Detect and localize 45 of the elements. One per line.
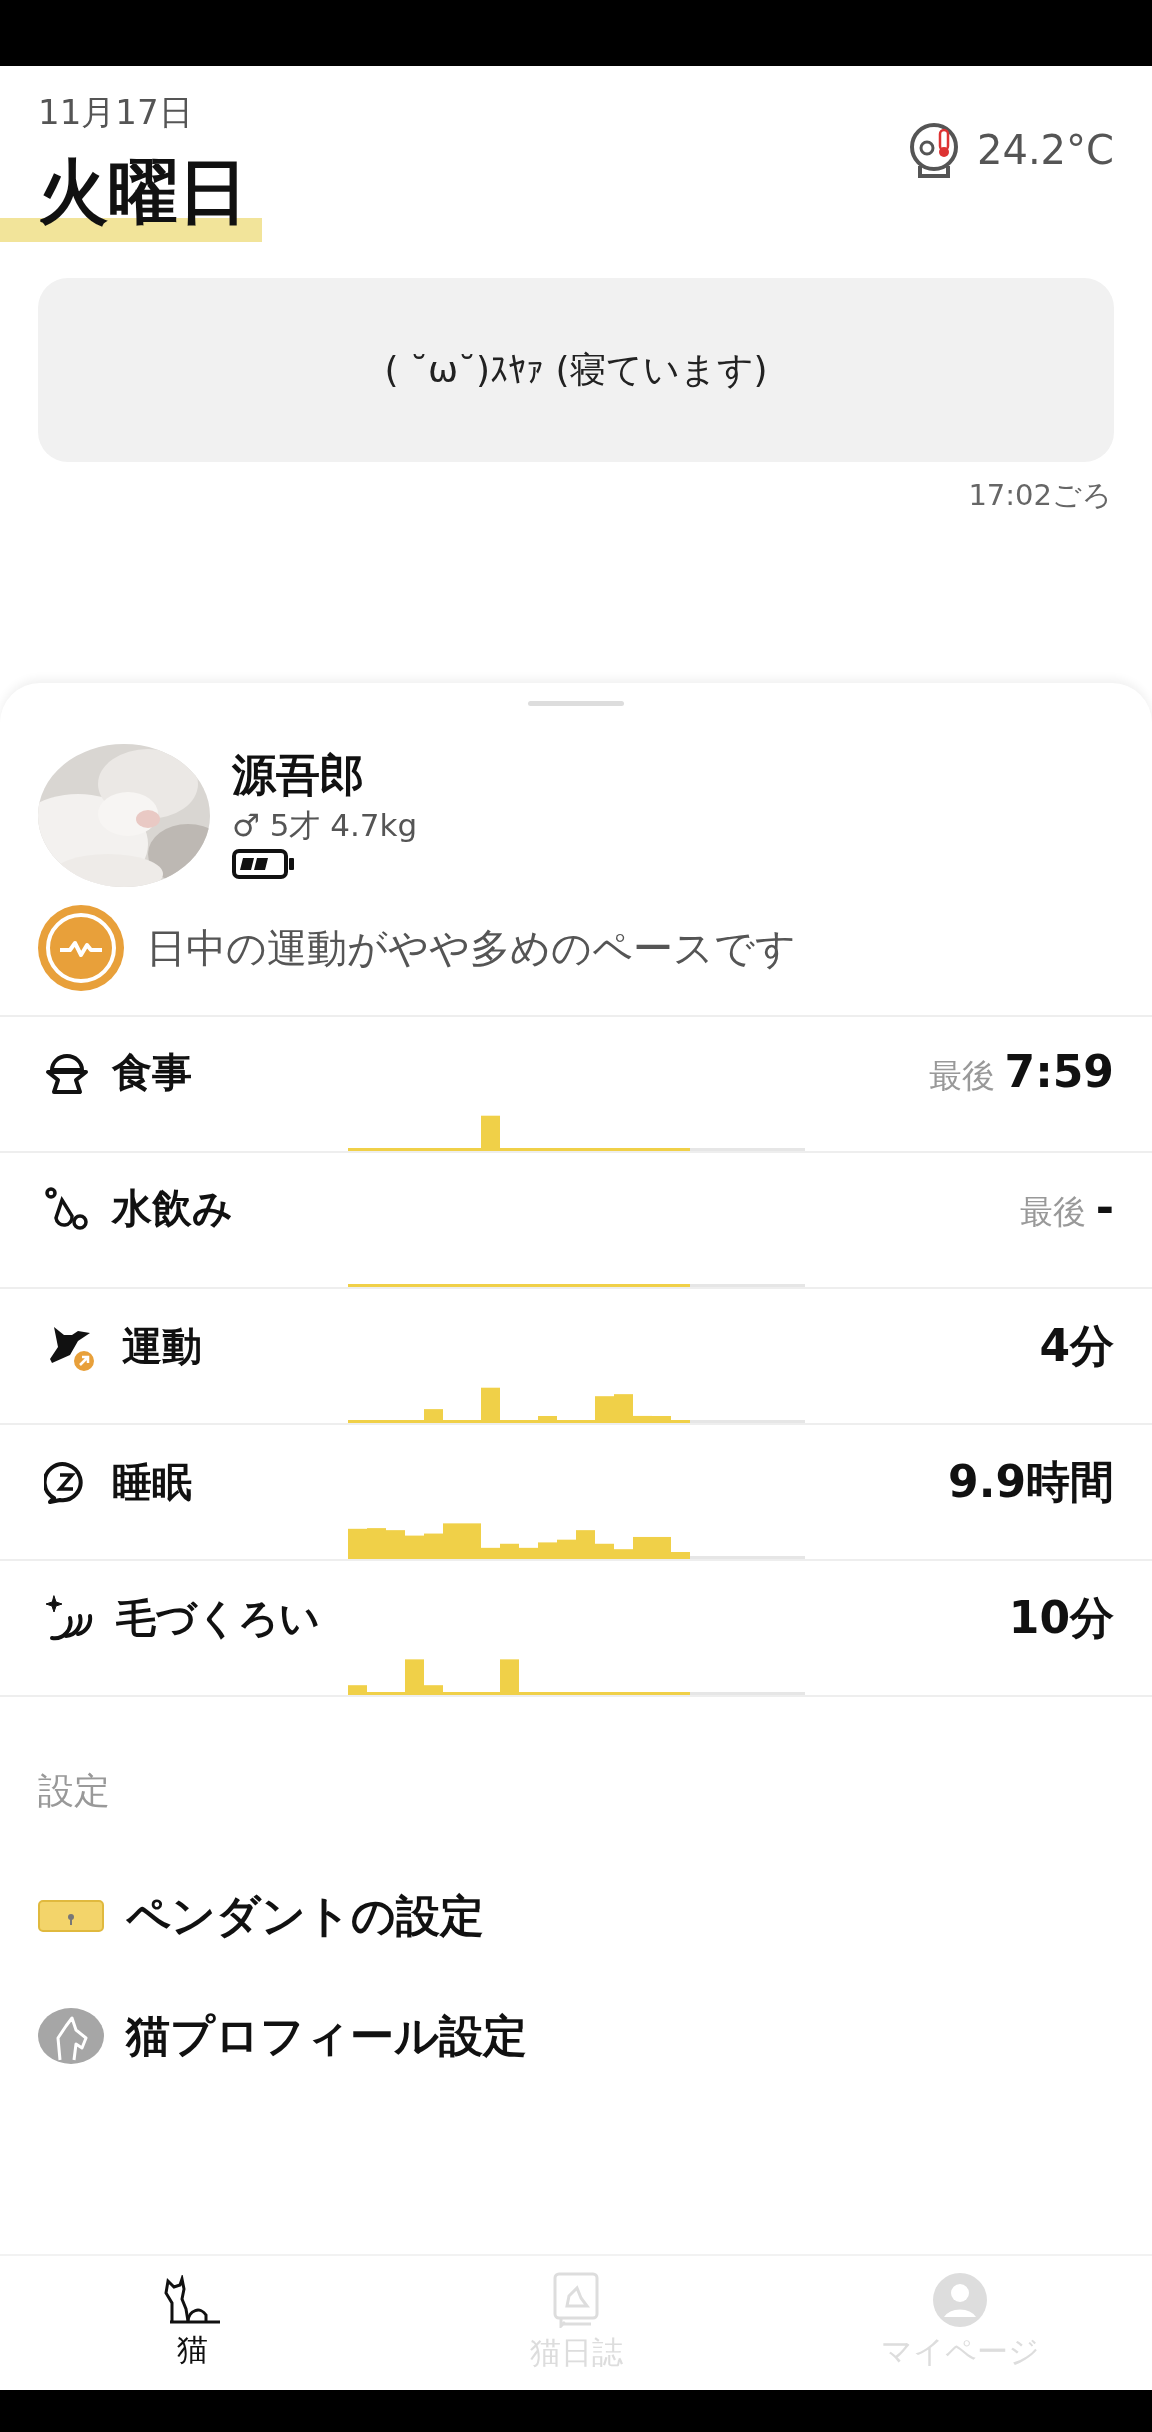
cat-name: 源吾郎 xyxy=(232,748,364,802)
activity-value: 7:59 xyxy=(1004,1046,1114,1097)
activity-row[interactable]: 水飲み 最後 - xyxy=(0,1153,1152,1289)
chart-bar xyxy=(500,1659,519,1692)
last-label: 最後 xyxy=(1019,1191,1086,1233)
last-label: 最後 xyxy=(928,1055,995,1097)
settings-item[interactable]: ペンダントの設定 xyxy=(38,1856,1114,1976)
activity-label: 食事 xyxy=(112,1048,192,1097)
chart-bar xyxy=(595,1396,614,1420)
activity-label: 運動 xyxy=(122,1322,202,1371)
section-heading: 設定 xyxy=(38,1769,111,1813)
activity-label: 睡眠 xyxy=(112,1458,192,1507)
activity-row[interactable]: 毛づくろい 10分 xyxy=(0,1561,1152,1697)
activity-row[interactable]: 食事 最後 7:59 xyxy=(0,1017,1152,1153)
activity-label: 毛づくろい xyxy=(116,1594,320,1643)
pulse-icon xyxy=(38,905,124,991)
cat-details: ♂ 5才 4.7kg xyxy=(232,806,418,845)
battery-icon xyxy=(232,848,296,880)
drag-handle[interactable] xyxy=(528,701,624,706)
diary-icon xyxy=(551,2272,601,2328)
activity-value: 9.9時間 xyxy=(948,1455,1114,1509)
chart-bar xyxy=(538,1416,557,1420)
chart-bar xyxy=(424,1409,443,1420)
cat-profile-icon xyxy=(38,2008,104,2064)
nav-tab[interactable]: 猫 xyxy=(0,2256,384,2390)
activity-value: 10分 xyxy=(1008,1591,1114,1645)
chart-bar xyxy=(348,1528,367,1556)
chart-bar xyxy=(481,1387,500,1420)
activity-row[interactable]: 睡眠 9.9時間 xyxy=(0,1425,1152,1561)
temperature-value: 24.2°C xyxy=(977,127,1114,173)
status-time: 17:02ごろ xyxy=(968,477,1112,514)
cat-icon xyxy=(162,2275,222,2325)
activity-label: 水飲み xyxy=(112,1184,233,1233)
profile-icon xyxy=(933,2273,987,2327)
status-message: ( ˘ω˘)ｽﾔｧ (寝ています) xyxy=(384,347,768,392)
date-label: 11月17日 xyxy=(37,91,194,134)
activity-row[interactable]: 運動 4分 xyxy=(0,1289,1152,1425)
settings-item[interactable]: 猫プロフィール設定 xyxy=(38,1976,1114,2096)
water-drops-icon xyxy=(44,1185,90,1232)
pendant-icon xyxy=(38,1900,104,1932)
activity-value: 4分 xyxy=(1039,1319,1114,1373)
activity-insight: 日中の運動がやや多めのペースです xyxy=(146,923,796,973)
activity-value: - xyxy=(1095,1182,1114,1233)
chart-bar xyxy=(348,1685,367,1692)
chart-bar xyxy=(481,1115,500,1148)
